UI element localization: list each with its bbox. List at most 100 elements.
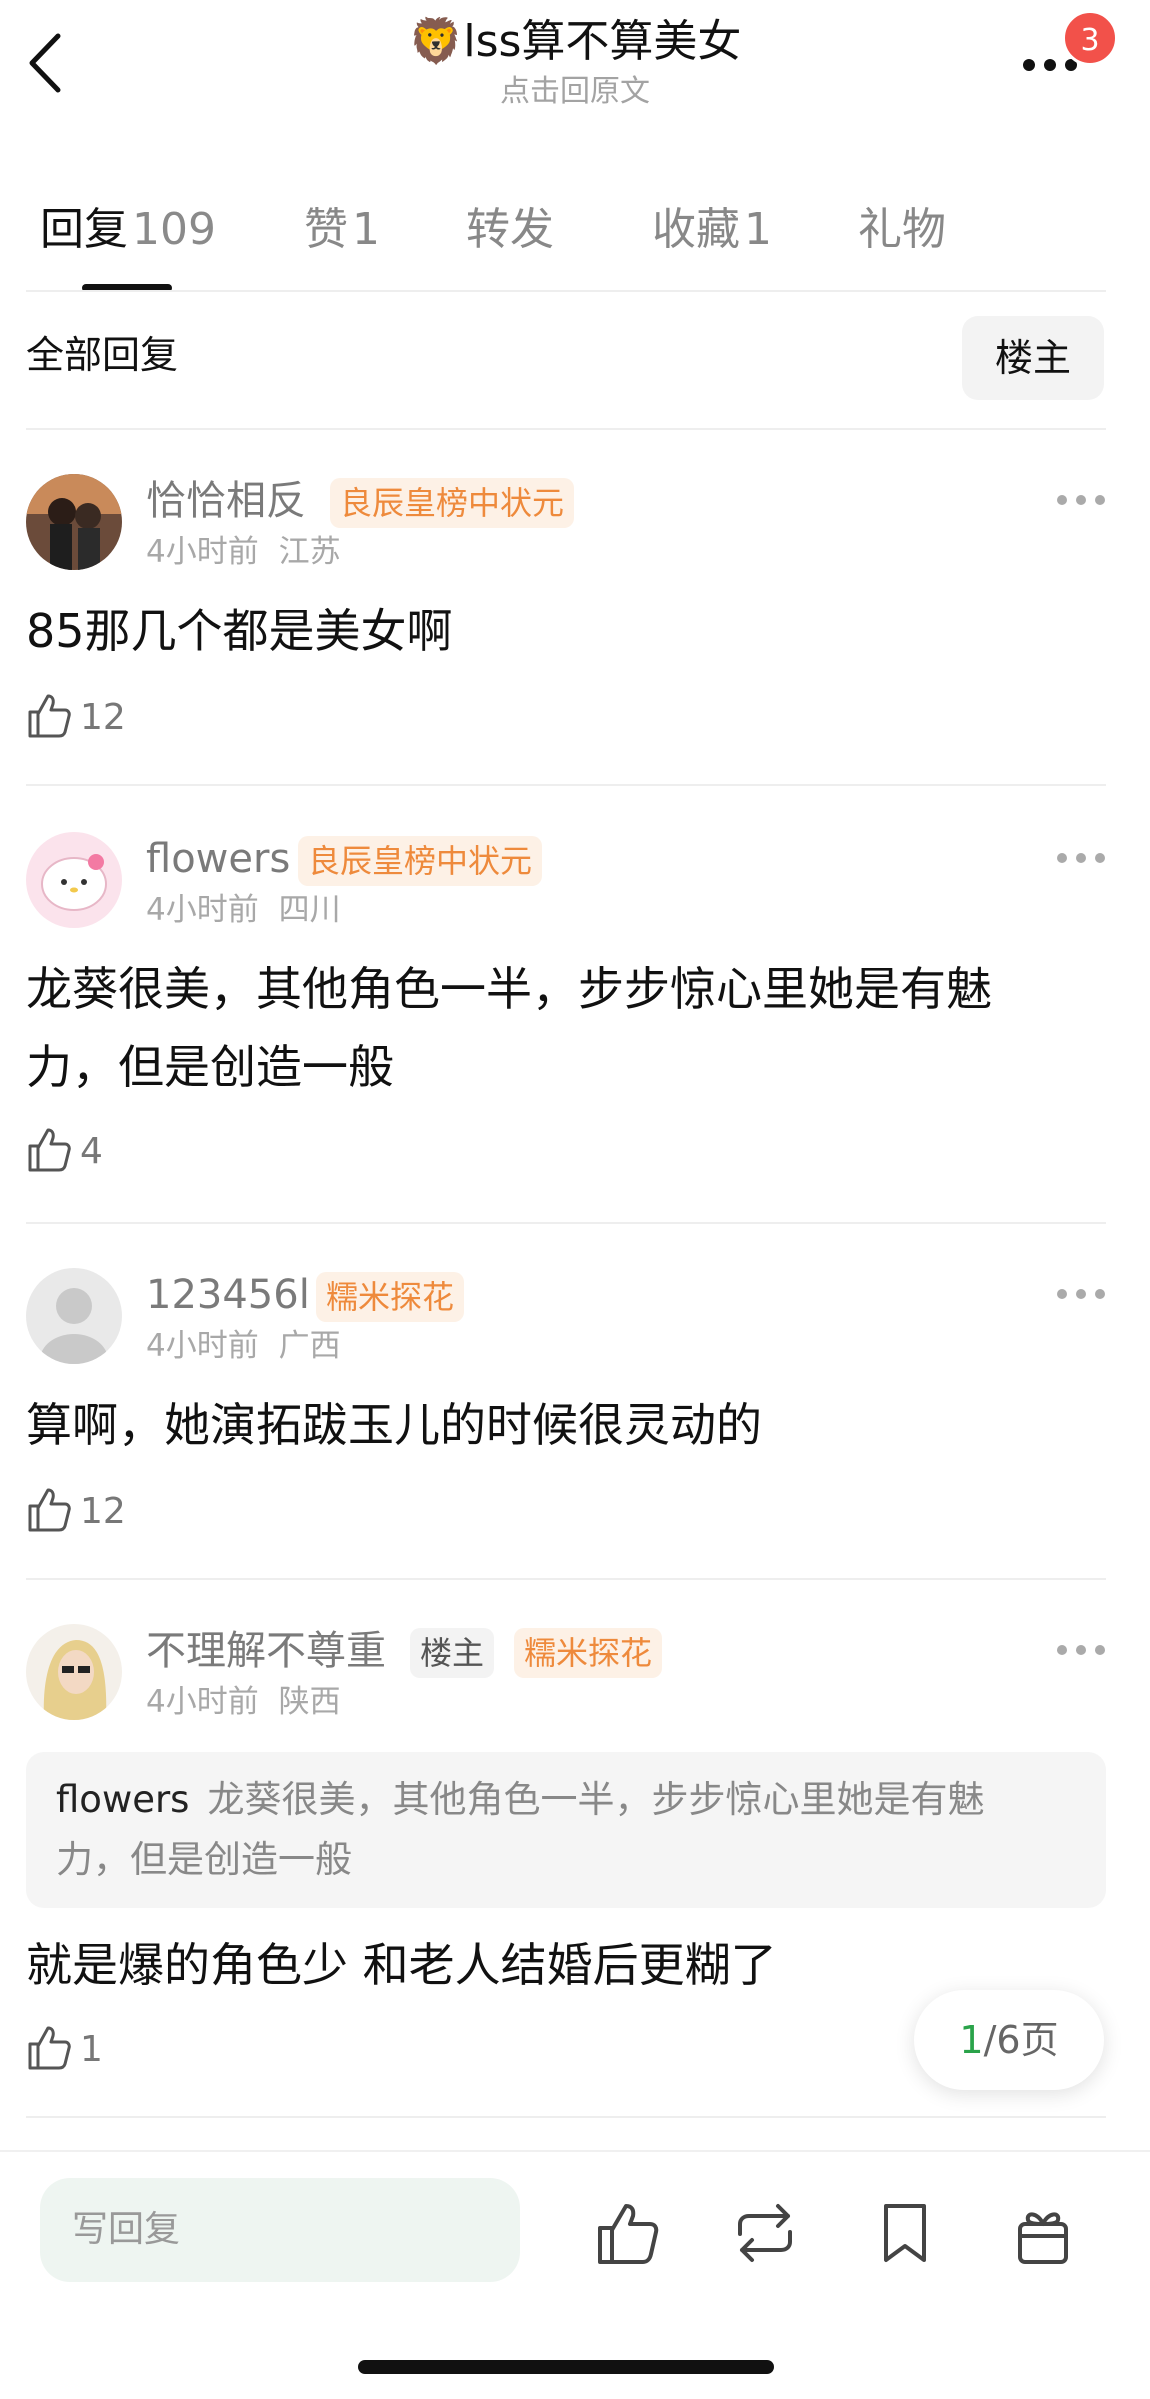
like-count: 12 xyxy=(80,697,126,738)
tab-favorites[interactable]: 收藏1 xyxy=(652,200,772,260)
divider xyxy=(26,1222,1106,1224)
like-count: 1 xyxy=(80,2029,103,2070)
comment-item: 恰恰相反 良辰皇榜中状元 4小时前 江苏 85那几个都是美女啊 12 xyxy=(0,474,1150,784)
thumbs-up-icon xyxy=(28,694,71,738)
more-dots-icon xyxy=(1057,495,1105,505)
tab-gifts[interactable]: 礼物 xyxy=(858,200,946,260)
username[interactable]: 123456l xyxy=(146,1270,310,1320)
title-text: lss算不算美女 xyxy=(463,16,742,67)
divider xyxy=(26,290,1106,292)
comment-more-button[interactable] xyxy=(1056,1638,1106,1662)
quoted-line: 力，但是创造一般 xyxy=(56,1838,352,1881)
like-count: 12 xyxy=(80,1491,126,1532)
quoted-text: 龙葵很美，其他角色一半，步步惊心里她是有魅 xyxy=(207,1778,985,1821)
comment-location: 江苏 xyxy=(278,534,341,570)
comment-text: 85那几个都是美女啊 xyxy=(26,604,453,658)
tab-label: 赞 xyxy=(304,204,348,255)
tab-label: 礼物 xyxy=(858,204,946,255)
like-count: 4 xyxy=(80,1131,103,1172)
divider xyxy=(26,1578,1106,1580)
bookmark-icon xyxy=(884,2204,926,2262)
tab-label: 回复 xyxy=(40,204,128,255)
divider xyxy=(26,428,1106,430)
repost-button[interactable] xyxy=(730,2198,800,2268)
page-title: 🦁lss算不算美女 xyxy=(0,14,1150,70)
owner-only-button[interactable]: 楼主 xyxy=(962,316,1104,400)
quoted-line: flowers 龙葵很美，其他角色一半，步步惊心里她是有魅 xyxy=(56,1770,1076,1830)
comment-location: 四川 xyxy=(278,892,341,928)
comment-meta: 4小时前 江苏 xyxy=(146,530,341,574)
thumbs-up-icon xyxy=(28,2026,71,2070)
avatar-image xyxy=(26,1624,122,1720)
user-rank-badge: 良辰皇榜中状元 xyxy=(330,478,575,528)
lion-emoji-icon: 🦁 xyxy=(408,16,464,67)
username[interactable]: 不理解不尊重 xyxy=(146,1626,386,1676)
tab-label: 收藏 xyxy=(652,204,740,255)
tab-count: 109 xyxy=(132,204,216,255)
user-rank-badge: 糯米探花 xyxy=(514,1628,663,1678)
title-area[interactable]: 🦁lss算不算美女 点击回原文 xyxy=(0,14,1150,112)
tab-likes[interactable]: 赞1 xyxy=(304,200,380,260)
quoted-reply[interactable]: flowers 龙葵很美，其他角色一半，步步惊心里她是有魅 力，但是创造一般 xyxy=(26,1752,1106,1908)
bottom-action-bar: 写回复 xyxy=(0,2150,1150,2399)
comment-text-line: 力，但是创造一般 xyxy=(26,1040,394,1094)
comment-item: flowers 良辰皇榜中状元 4小时前 四川 龙葵很美，其他角色一半，步步惊心… xyxy=(0,832,1150,1222)
favorite-button[interactable] xyxy=(870,2198,940,2268)
reply-input[interactable]: 写回复 xyxy=(40,2178,520,2282)
thumbs-up-icon xyxy=(28,1128,71,1172)
comment-text: 算啊，她演拓跋玉儿的时候很灵动的 xyxy=(26,1398,762,1452)
avatar[interactable] xyxy=(26,832,122,928)
comment-text: 龙葵很美，其他角色一半，步步惊心里她是有魅 力，但是创造一般 xyxy=(26,950,1116,1106)
thumbs-up-icon xyxy=(28,1488,71,1532)
tab-count: 1 xyxy=(744,204,772,255)
page: 🦁lss算不算美女 点击回原文 3 回复109 赞1 转发 收藏1 礼物 全部回… xyxy=(0,0,1150,2399)
comment-item: 123456l 糯米探花 4小时前 广西 算啊，她演拓跋玉儿的时候很灵动的 12 xyxy=(0,1268,1150,1578)
username[interactable]: flowers xyxy=(146,834,290,884)
repost-icon xyxy=(738,2204,792,2262)
comment-time: 4小时前 xyxy=(146,1328,259,1364)
thumbs-up-icon xyxy=(598,2204,659,2264)
owner-badge: 楼主 xyxy=(410,1628,495,1678)
comment-location: 广西 xyxy=(278,1328,341,1364)
divider xyxy=(26,2116,1106,2118)
comment-meta: 4小时前 四川 xyxy=(146,888,341,932)
tab-reposts[interactable]: 转发 xyxy=(466,200,554,260)
comment-more-button[interactable] xyxy=(1056,488,1106,512)
tab-label: 转发 xyxy=(466,204,554,255)
like-post-button[interactable] xyxy=(592,2198,662,2268)
header: 🦁lss算不算美女 点击回原文 3 xyxy=(0,0,1150,120)
notification-badge: 3 xyxy=(1062,10,1118,66)
more-dots-icon xyxy=(1057,853,1105,863)
comment-more-button[interactable] xyxy=(1056,846,1106,870)
quoted-username: flowers xyxy=(56,1778,190,1821)
user-rank-badge: 糯米探花 xyxy=(316,1272,465,1322)
page-indicator[interactable]: 1/6页 xyxy=(914,1990,1104,2090)
current-page: 1 xyxy=(959,2018,984,2062)
user-rank-badge: 良辰皇榜中状元 xyxy=(298,836,543,886)
all-replies-label: 全部回复 xyxy=(26,333,179,377)
comment-more-button[interactable] xyxy=(1056,1282,1106,1306)
back-to-original-link[interactable]: 点击回原文 xyxy=(0,72,1150,112)
tab-bar: 回复109 赞1 转发 收藏1 礼物 xyxy=(0,180,1150,292)
more-dots-icon xyxy=(1057,1289,1105,1299)
comment-meta: 4小时前 广西 xyxy=(146,1324,341,1368)
comment-location: 陕西 xyxy=(278,1684,341,1720)
more-dots-icon xyxy=(1057,1645,1105,1655)
divider xyxy=(26,784,1106,786)
home-indicator xyxy=(358,2360,774,2374)
gift-button[interactable] xyxy=(1008,2198,1078,2268)
avatar[interactable] xyxy=(26,1268,122,1364)
avatar-image xyxy=(26,832,122,928)
comment-meta: 4小时前 陕西 xyxy=(146,1680,341,1724)
username[interactable]: 恰恰相反 xyxy=(146,476,306,526)
avatar[interactable] xyxy=(26,474,122,570)
avatar-image xyxy=(26,474,122,570)
comment-text-line: 龙葵很美，其他角色一半，步步惊心里她是有魅 xyxy=(26,962,992,1016)
comment-time: 4小时前 xyxy=(146,534,259,570)
tab-count: 1 xyxy=(352,204,380,255)
default-avatar-icon xyxy=(26,1268,122,1364)
avatar[interactable] xyxy=(26,1624,122,1720)
total-pages: /6页 xyxy=(983,2018,1059,2062)
tab-replies[interactable]: 回复109 xyxy=(40,200,216,260)
gift-icon xyxy=(1018,2212,1068,2264)
